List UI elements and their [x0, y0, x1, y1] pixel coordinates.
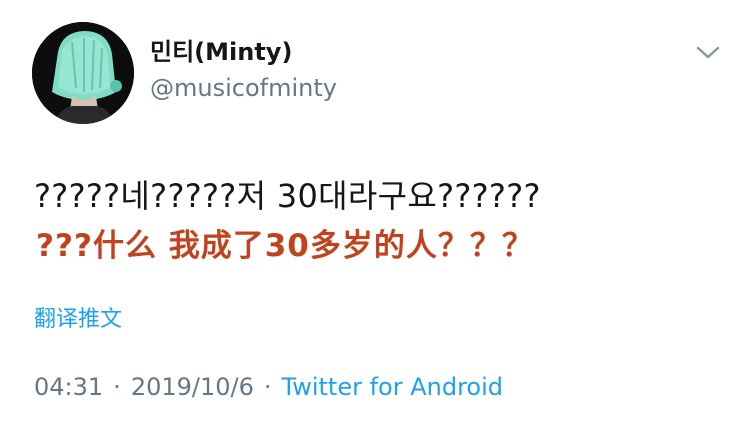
chevron-down-icon[interactable] [694, 42, 722, 62]
tweet-text: ?????네?????저 30대라구요?????? [34, 177, 541, 215]
translate-tweet-link[interactable]: 翻译推文 [34, 306, 122, 334]
meta-separator: · [113, 373, 121, 401]
tweet-meta: 04:31 · 2019/10/6 · Twitter for Android [34, 372, 503, 402]
avatar[interactable] [32, 22, 134, 124]
avatar-image [32, 22, 134, 124]
tweet-time[interactable]: 04:31 [34, 373, 103, 401]
tweet-date[interactable]: 2019/10/6 [131, 373, 254, 401]
display-name[interactable]: 민티(Minty) [150, 38, 292, 66]
user-handle[interactable]: @musicofminty [150, 74, 337, 102]
tweet-card: 민티(Minty) @musicofminty ?????네?????저 30대… [0, 0, 750, 432]
meta-separator: · [263, 373, 272, 401]
tweet-source-link[interactable]: Twitter for Android [282, 373, 503, 401]
annotation-caption: ???什么 我成了30多岁的人？？？ [36, 228, 534, 264]
